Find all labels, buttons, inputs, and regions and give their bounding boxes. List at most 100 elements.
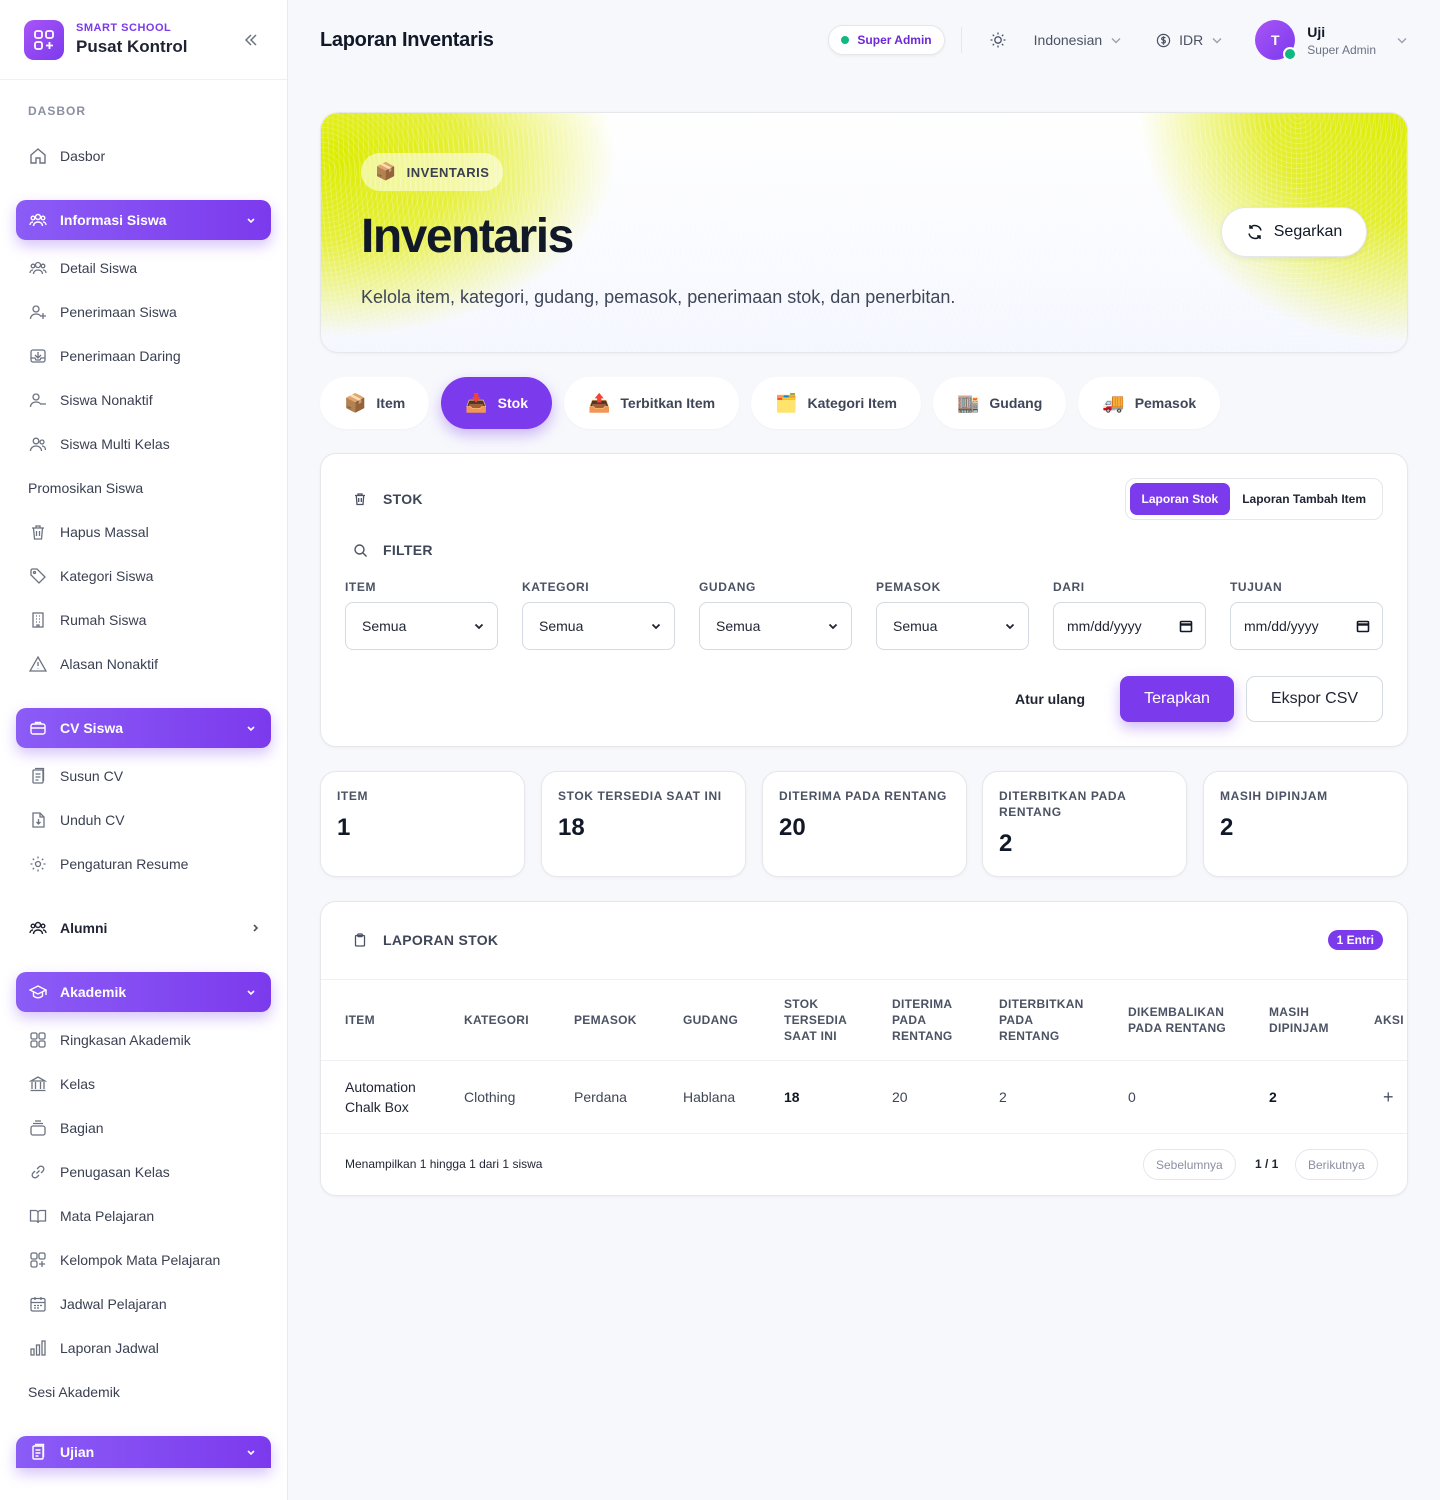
column-header: PEMASOK [574,1013,637,1027]
sidebar-item-inactive-student[interactable]: Siswa Nonaktif [28,388,153,412]
theme-toggle-sun-icon[interactable] [978,20,1018,60]
sidebar-item-label: Siswa Multi Kelas [60,436,170,452]
date-from-input[interactable]: mm/dd/yyyy [1053,602,1206,650]
stat-value: 18 [558,814,585,841]
column-header: KATEGORI [464,1013,529,1027]
sidebar-item-student-house[interactable]: Rumah Siswa [28,608,146,632]
chevron-down-icon [1110,34,1122,46]
tab-supplier[interactable]: 🚚 Pemasok [1078,377,1221,429]
supplier-select[interactable]: Semua [876,602,1029,650]
tab-label: Gudang [989,395,1043,411]
tab-stock[interactable]: 📥 Stok [441,377,552,429]
column-header: AKSI [1374,1013,1404,1027]
user-plus-icon [28,302,48,322]
date-to-input[interactable]: mm/dd/yyyy [1230,602,1383,650]
sidebar-item-label: Kelas [60,1076,96,1092]
currency-select[interactable]: IDR [1156,32,1223,48]
sidebar-group-academic[interactable]: Akademik [16,972,271,1012]
sidebar-item-bulk-delete[interactable]: Hapus Massal [28,520,149,544]
stock-report-button[interactable]: Laporan Stok [1129,483,1231,515]
sidebar-item-download-cv[interactable]: Unduh CV [28,808,125,832]
stat-value: 2 [999,830,1013,857]
calendar-icon[interactable] [1179,619,1193,633]
collapse-sidebar-icon[interactable] [239,28,263,52]
grid-plus-icon [24,19,64,60]
sidebar-item-promote-student[interactable]: Promosikan Siswa [28,476,143,500]
truck-icon: 🚚 [1102,392,1125,413]
avatar-initial: T [1271,32,1280,48]
sidebar-item-label: Penerimaan Daring [60,348,181,364]
export-csv-button[interactable]: Ekspor CSV [1246,676,1383,722]
item-select[interactable]: Semua [345,602,498,650]
column-header: DITERIMA PADA RENTANG [892,997,953,1043]
hero-banner: 📦 INVENTARIS Inventaris Kelola item, kat… [320,112,1408,353]
chevron-right-icon [250,920,260,936]
hero-subtitle: Kelola item, kategori, gudang, pemasok, … [361,287,956,307]
sidebar-item-timetable[interactable]: Jadwal Pelajaran [28,1292,167,1316]
sidebar-item-multi-class[interactable]: Siswa Multi Kelas [28,432,170,456]
sidebar-item-student-category[interactable]: Kategori Siswa [28,564,153,588]
chevron-down-icon [650,620,662,632]
sidebar-item-compose-cv[interactable]: Susun CV [28,764,123,788]
tab-label: Terbitkan Item [620,395,716,411]
sidebar-group-student-info[interactable]: Informasi Siswa [16,200,271,240]
expand-row-plus-icon[interactable]: + [1383,1087,1394,1107]
refresh-button[interactable]: Segarkan [1221,207,1367,257]
column-header: ITEM [345,1013,375,1027]
clipboard-icon [353,932,369,948]
calendar-icon[interactable] [1356,619,1370,633]
filter-supplier: PEMASOK Semua [876,580,1029,650]
user-menu[interactable]: T Uji Super Admin [1255,20,1408,61]
sidebar-item-academic-summary[interactable]: Ringkasan Akademik [28,1028,191,1052]
cell-category: Clothing [464,1089,516,1105]
sidebar-item-inactive-reason[interactable]: Alasan Nonaktif [28,652,158,676]
building-icon [28,610,48,630]
apply-button[interactable]: Terapkan [1120,676,1234,722]
sidebar-group-label: Alumni [60,920,108,936]
stock-filter-card: STOK Laporan Stok Laporan Tambah Item FI… [320,453,1408,747]
sidebar-item-student-detail[interactable]: Detail Siswa [28,256,137,280]
cell-returned: 0 [1128,1089,1136,1105]
chevron-down-icon [243,1444,259,1460]
hero-title: Inventaris [361,210,574,263]
add-item-report-button[interactable]: Laporan Tambah Item [1230,483,1378,515]
graduation-cap-icon [28,982,48,1002]
institution-icon [28,1074,48,1094]
sidebar-item-class[interactable]: Kelas [28,1072,95,1096]
stat-card-current-stock: STOK TERSEDIA SAAT INI 18 [541,771,746,877]
warehouse-select[interactable]: Semua [699,602,852,650]
users-icon [28,258,48,278]
reset-button[interactable]: Atur ulang [1015,676,1085,722]
language-select[interactable]: Indonesian [1034,32,1123,48]
sidebar-item-class-assignment[interactable]: Penugasan Kelas [28,1160,170,1184]
sidebar-item-resume-settings[interactable]: Pengaturan Resume [28,852,188,876]
sidebar-group-alumni[interactable]: Alumni [28,916,260,940]
search-icon [353,542,369,558]
previous-page-button[interactable]: Sebelumnya [1143,1149,1236,1180]
filter-header: FILTER [353,542,433,558]
sidebar-group-cv[interactable]: CV Siswa [16,708,271,748]
sidebar-group-exam[interactable]: Ujian [16,1436,271,1468]
sidebar-item-academic-session[interactable]: Sesi Akademik [28,1380,120,1404]
page-title: Laporan Inventaris [320,28,494,51]
sidebar-item-section[interactable]: Bagian [28,1116,104,1140]
table-row: Automation Chalk Box Clothing Perdana Ha… [321,1061,1407,1134]
sidebar-item-subject[interactable]: Mata Pelajaran [28,1204,154,1228]
next-page-button[interactable]: Berikutnya [1295,1149,1378,1180]
tab-issue-item[interactable]: 📤 Terbitkan Item [563,377,740,429]
sidebar-item-online-admission[interactable]: Penerimaan Daring [28,344,181,368]
pagination-summary: Menampilkan 1 hingga 1 dari 1 siswa [345,1157,543,1171]
package-icon: 📦 [344,392,367,413]
tab-item[interactable]: 📦 Item [320,377,430,429]
sidebar-item-dashboard[interactable]: Dasbor [28,144,105,168]
tab-item-category[interactable]: 🗂️ Kategori Item [751,377,921,429]
chevron-down-icon [1211,34,1223,46]
sidebar-item-subject-group[interactable]: Kelompok Mata Pelajaran [28,1248,220,1272]
tab-label: Stok [497,395,528,411]
tab-warehouse[interactable]: 🏬 Gudang [932,377,1067,429]
sidebar-item-student-admission[interactable]: Penerimaan Siswa [28,300,177,324]
sidebar-item-schedule-report[interactable]: Laporan Jadwal [28,1336,159,1360]
category-select[interactable]: Semua [522,602,675,650]
field-label: TUJUAN [1230,580,1283,594]
field-label: PEMASOK [876,580,941,594]
